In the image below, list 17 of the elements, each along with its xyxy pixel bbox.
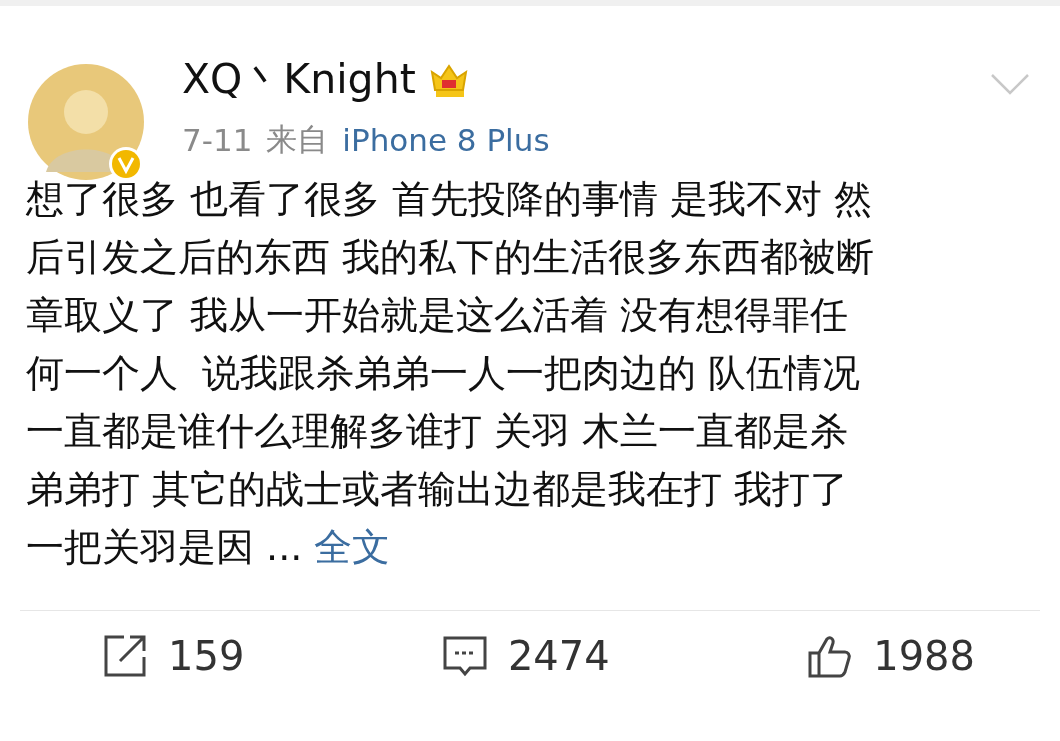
source-label: 来自 (266, 120, 329, 159)
post-text-line: 章取义了 我从一开始就是这么活着 没有想得罪任 (26, 292, 850, 339)
source-link[interactable]: iPhone 8 Plus (342, 122, 550, 158)
post-text-line: 弟弟打 其它的战士或者输出边都是我在打 我打了 (26, 466, 850, 513)
post-text-line: 一把关羽是因 ... (26, 525, 303, 569)
action-count: 1988 (873, 633, 975, 679)
post-text-line: 一直都是谁什么理解多谁打 关羽 木兰一直都是杀 (26, 408, 850, 455)
action-count: 2474 (507, 633, 610, 679)
author-name[interactable]: XQ丶Knight (182, 52, 416, 107)
thumbs-up-icon[interactable] (807, 633, 854, 679)
post-text-line: 后引发之后的东西 我的私下的生活很多东西都被断 (26, 234, 876, 281)
post-date: 7-11 (182, 122, 253, 158)
action-count: 159 (168, 633, 245, 679)
share-icon[interactable] (102, 633, 148, 679)
post-text-line: 何一个人 说我跟杀弟弟一人一把肉边的 队伍情况 (26, 350, 862, 397)
post-text-line: 想了很多 也看了很多 首先投降的事情 是我不对 然 (26, 176, 874, 223)
full-text-link[interactable]: 全文 (314, 525, 391, 569)
